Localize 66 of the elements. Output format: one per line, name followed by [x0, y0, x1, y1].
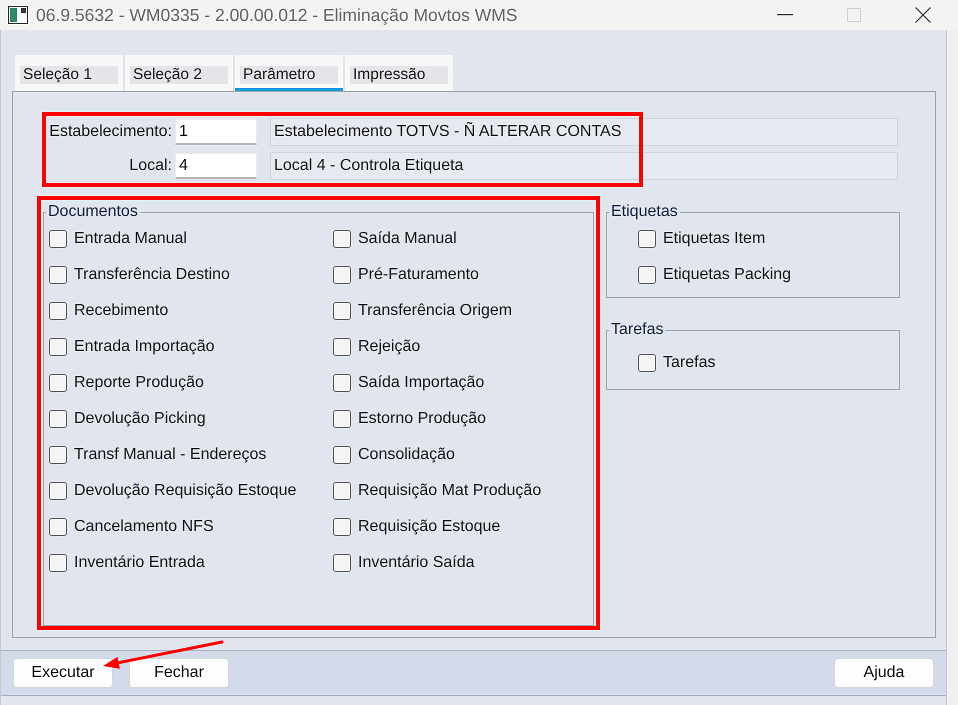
tab[interactable]: Impressão	[345, 55, 453, 91]
checkbox[interactable]	[49, 266, 67, 284]
checkbox-label: Estorno Produção	[358, 410, 486, 428]
field-label: Local:	[128, 157, 172, 175]
checkbox-label: Transferência Origem	[358, 302, 512, 320]
checkbox[interactable]	[49, 482, 67, 500]
checkbox[interactable]	[49, 302, 67, 320]
code-field[interactable]: 4	[175, 153, 257, 179]
checkbox[interactable]	[333, 374, 351, 392]
checkbox-label: Requisição Estoque	[358, 518, 500, 536]
checkbox-label: Saída Importação	[358, 374, 484, 392]
code-field[interactable]: 1	[175, 119, 257, 145]
checkbox-label: Consolidação	[358, 446, 455, 464]
checkbox[interactable]	[333, 482, 351, 500]
checkbox-label: Rejeição	[358, 338, 420, 356]
checkbox[interactable]	[333, 338, 351, 356]
checkbox[interactable]	[49, 518, 67, 536]
checkbox-label: Saída Manual	[358, 230, 457, 248]
checkbox[interactable]	[49, 338, 67, 356]
description-field: Local 4 - Controla Etiqueta	[270, 152, 898, 180]
checkbox-label: Inventário Saída	[358, 554, 475, 572]
checkbox-label: Devolução Picking	[74, 410, 206, 428]
checkbox[interactable]	[49, 374, 67, 392]
checkbox[interactable]	[638, 266, 656, 284]
group-title: Etiquetas	[610, 204, 679, 220]
checkbox[interactable]	[638, 230, 656, 248]
checkbox[interactable]	[333, 554, 351, 572]
checkbox-label: Etiquetas Packing	[663, 266, 792, 284]
close-icon[interactable]	[915, 7, 931, 23]
checkbox[interactable]	[333, 518, 351, 536]
tab[interactable]: Seleção 1	[15, 55, 123, 91]
checkbox-label: Etiquetas Item	[663, 230, 766, 248]
checkbox-label: Entrada Importação	[74, 338, 215, 356]
window-title: 06.9.5632 - WM0335 - 2.00.00.012 - Eliminação Movtos WMS	[36, 5, 518, 25]
checkbox-label: Inventário Entrada	[74, 554, 205, 572]
checkbox-label: Entrada Manual	[74, 230, 187, 248]
checkbox-label: Transferência Destino	[74, 266, 230, 284]
tab[interactable]: Seleção 2	[125, 55, 233, 91]
checkbox[interactable]	[333, 266, 351, 284]
checkbox-label: Cancelamento NFS	[74, 518, 214, 536]
action-button[interactable]: Ajuda	[834, 658, 934, 688]
checkbox-label: Reporte Produção	[74, 374, 204, 392]
checkbox-label: Requisição Mat Produção	[358, 482, 542, 500]
checkbox[interactable]	[49, 230, 67, 248]
checkbox[interactable]	[333, 302, 351, 320]
checkbox-label: Tarefas	[663, 354, 716, 372]
checkbox-label: Transf Manual - Endereços	[74, 446, 266, 464]
group-title: Tarefas	[610, 322, 664, 338]
checkbox-label: Recebimento	[74, 302, 168, 320]
checkbox[interactable]	[333, 410, 351, 428]
checkbox[interactable]	[49, 446, 67, 464]
checkbox[interactable]	[49, 410, 67, 428]
checkbox[interactable]	[333, 230, 351, 248]
description-field: Estabelecimento TOTVS - Ñ ALTERAR CONTAS	[270, 118, 898, 146]
checkbox[interactable]	[333, 446, 351, 464]
tab[interactable]: Parâmetro	[235, 55, 343, 91]
group-title: Documentos	[47, 204, 139, 220]
window-icon	[8, 6, 28, 24]
action-button[interactable]: Fechar	[129, 658, 229, 688]
checkbox[interactable]	[49, 554, 67, 572]
checkbox-label: Devolução Requisição Estoque	[74, 482, 296, 500]
action-button[interactable]: Executar	[13, 658, 113, 688]
checkbox[interactable]	[638, 354, 656, 372]
field-label: Estabelecimento:	[48, 123, 172, 141]
minimize-icon[interactable]	[777, 14, 793, 16]
checkbox-label: Pré-Faturamento	[358, 266, 479, 284]
